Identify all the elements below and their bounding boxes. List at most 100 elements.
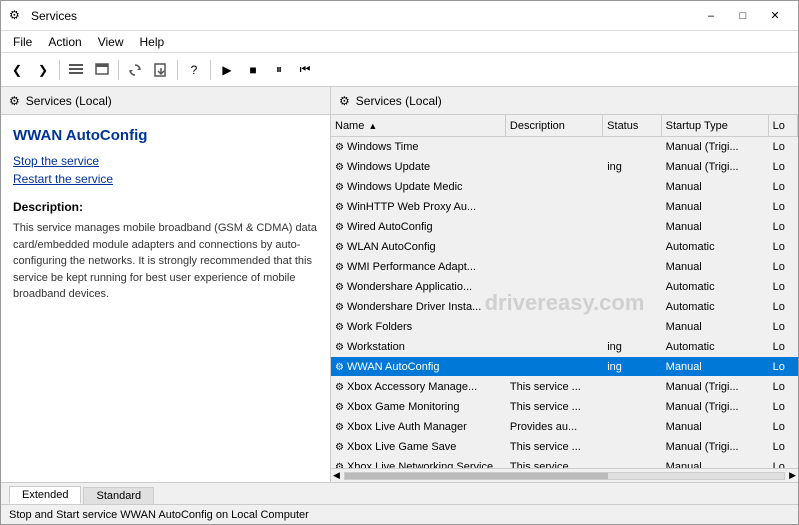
maximize-button[interactable]: □	[728, 6, 758, 26]
help-toolbar-button[interactable]: ?	[182, 58, 206, 82]
cell-name: ⚙Xbox Accessory Manage...	[331, 381, 506, 393]
play-button[interactable]: ▶	[215, 58, 239, 82]
right-panel-header-title: Services (Local)	[356, 94, 442, 108]
cell-desc: This service ...	[506, 381, 603, 393]
back-button[interactable]: ❮	[5, 58, 29, 82]
new-window-button[interactable]	[90, 58, 114, 82]
table-row[interactable]: ⚙WLAN AutoConfig Automatic Lo	[331, 237, 798, 257]
cell-name: ⚙WWAN AutoConfig	[331, 361, 506, 373]
table-row[interactable]: ⚙Xbox Live Auth Manager Provides au... M…	[331, 417, 798, 437]
scroll-right-arrow[interactable]: ▶	[789, 470, 796, 481]
table-row[interactable]: ⚙Xbox Accessory Manage... This service .…	[331, 377, 798, 397]
table-row[interactable]: ⚙Wired AutoConfig Manual Lo	[331, 217, 798, 237]
table-row[interactable]: ⚙WinHTTP Web Proxy Au... Manual Lo	[331, 197, 798, 217]
stop-button[interactable]: ■	[241, 58, 265, 82]
service-icon: ⚙	[335, 442, 344, 453]
app-window: ⚙ Services ‒ □ ✕ File Action View Help ❮…	[0, 0, 799, 525]
title-bar-controls: ‒ □ ✕	[696, 6, 790, 26]
col-header-lo[interactable]: Lo	[769, 115, 798, 136]
services-table-body: ⚙Windows Time Manual (Trigi... Lo ⚙Windo…	[331, 137, 798, 468]
menu-action[interactable]: Action	[40, 33, 89, 51]
bottom-tabs: Extended Standard	[1, 482, 798, 504]
cell-name: ⚙Xbox Live Auth Manager	[331, 421, 506, 433]
left-panel: WWAN AutoConfig Stop the service Restart…	[1, 115, 331, 482]
menu-help[interactable]: Help	[132, 33, 173, 51]
title-bar-left: ⚙ Services	[9, 8, 77, 24]
tab-standard[interactable]: Standard	[83, 487, 154, 504]
cell-startup: Manual (Trigi...	[662, 381, 769, 393]
table-row[interactable]: ⚙WMI Performance Adapt... Manual Lo	[331, 257, 798, 277]
table-row[interactable]: ⚙Work Folders Manual Lo	[331, 317, 798, 337]
col-header-startup[interactable]: Startup Type	[662, 115, 769, 136]
scroll-left-arrow[interactable]: ◀	[333, 470, 340, 481]
cell-startup: Automatic	[662, 241, 769, 253]
stop-service-link[interactable]: Stop the service	[13, 154, 318, 168]
table-row[interactable]: ⚙Xbox Live Game Save This service ... Ma…	[331, 437, 798, 457]
table-row[interactable]: ⚙WWAN AutoConfig ing Manual Lo	[331, 357, 798, 377]
cell-startup: Automatic	[662, 281, 769, 293]
table-row[interactable]: ⚙Windows Time Manual (Trigi... Lo	[331, 137, 798, 157]
table-row[interactable]: ⚙Windows Update Medic Manual Lo	[331, 177, 798, 197]
service-icon: ⚙	[335, 302, 344, 313]
cell-lo: Lo	[769, 321, 798, 333]
pause-button[interactable]: ⏸	[267, 58, 291, 82]
cell-status: ing	[603, 341, 661, 353]
cell-lo: Lo	[769, 281, 798, 293]
export-button[interactable]	[149, 58, 173, 82]
cell-status: ing	[603, 161, 661, 173]
show-hide-button[interactable]	[64, 58, 88, 82]
col-header-status[interactable]: Status	[603, 115, 661, 136]
cell-name: ⚙WMI Performance Adapt...	[331, 261, 506, 273]
right-panel-header: ⚙ Services (Local)	[331, 87, 798, 115]
scrollbar-thumb[interactable]	[345, 473, 608, 479]
selected-service-name: WWAN AutoConfig	[13, 127, 318, 144]
panels-row: WWAN AutoConfig Stop the service Restart…	[1, 115, 798, 482]
service-icon: ⚙	[335, 322, 344, 333]
table-row[interactable]: ⚙Workstation ing Automatic Lo	[331, 337, 798, 357]
col-header-name[interactable]: Name ▲	[331, 115, 506, 136]
cell-lo: Lo	[769, 401, 798, 413]
service-icon: ⚙	[335, 222, 344, 233]
table-row[interactable]: ⚙Xbox Game Monitoring This service ... M…	[331, 397, 798, 417]
panels-header-row: ⚙ Services (Local) ⚙ Services (Local)	[1, 87, 798, 115]
restart-service-link[interactable]: Restart the service	[13, 172, 318, 186]
cell-lo: Lo	[769, 421, 798, 433]
list-icon	[68, 62, 84, 78]
service-icon: ⚙	[335, 362, 344, 373]
status-text: Stop and Start service WWAN AutoConfig o…	[9, 509, 309, 521]
table-row[interactable]: ⚙Wondershare Applicatio... Automatic Lo	[331, 277, 798, 297]
close-button[interactable]: ✕	[760, 6, 790, 26]
description-text: This service manages mobile broadband (G…	[13, 220, 318, 303]
cell-name: ⚙Windows Update	[331, 161, 506, 173]
cell-lo: Lo	[769, 241, 798, 253]
table-scroll-area[interactable]: ⚙Windows Time Manual (Trigi... Lo ⚙Windo…	[331, 137, 798, 468]
forward-button[interactable]: ❯	[31, 58, 55, 82]
service-icon: ⚙	[335, 462, 344, 469]
sort-arrow: ▲	[368, 121, 377, 131]
refresh-button[interactable]	[123, 58, 147, 82]
table-row[interactable]: ⚙Wondershare Driver Insta... Automatic L…	[331, 297, 798, 317]
tab-extended[interactable]: Extended	[9, 486, 81, 504]
horizontal-scrollbar[interactable]: ◀ ▶	[331, 468, 798, 482]
cell-name: ⚙Wired AutoConfig	[331, 221, 506, 233]
menu-bar: File Action View Help	[1, 31, 798, 53]
menu-file[interactable]: File	[5, 33, 40, 51]
col-header-description[interactable]: Description	[506, 115, 603, 136]
cell-lo: Lo	[769, 461, 798, 469]
minimize-button[interactable]: ‒	[696, 6, 726, 26]
cell-name: ⚙Wondershare Applicatio...	[331, 281, 506, 293]
table-row[interactable]: ⚙Xbox Live Networking Service This servi…	[331, 457, 798, 468]
scrollbar-track[interactable]	[344, 472, 785, 480]
service-icon: ⚙	[335, 162, 344, 173]
service-icon: ⚙	[335, 402, 344, 413]
cell-name: ⚙Windows Time	[331, 141, 506, 153]
cell-name: ⚙Xbox Live Networking Service	[331, 461, 506, 469]
toolbar-separator-3	[177, 60, 178, 80]
cell-startup: Automatic	[662, 341, 769, 353]
menu-view[interactable]: View	[90, 33, 132, 51]
restart-toolbar-button[interactable]: ⏮	[293, 58, 317, 82]
right-panel: Name ▲ Description Status Startup Type L…	[331, 115, 798, 482]
cell-name: ⚙WLAN AutoConfig	[331, 241, 506, 253]
cell-name: ⚙Workstation	[331, 341, 506, 353]
table-row[interactable]: ⚙Windows Update ing Manual (Trigi... Lo	[331, 157, 798, 177]
